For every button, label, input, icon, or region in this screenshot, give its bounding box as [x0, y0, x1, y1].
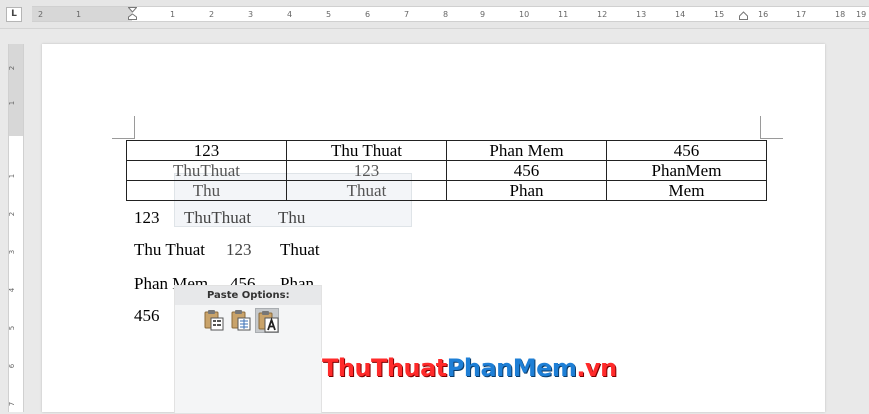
text-line-2-col-3[interactable]: Thuat	[280, 240, 320, 260]
table-row: Thu Thuat Phan Mem	[126, 180, 767, 201]
table-cell[interactable]: 456	[446, 160, 607, 181]
ruler-label: 7	[404, 10, 410, 19]
text-line-1-col-3[interactable]: Thu	[278, 208, 305, 228]
text-line-4-col-1[interactable]: 456	[134, 306, 160, 326]
table-row: 123 Thu Thuat Phan Mem 456	[126, 140, 767, 161]
crop-mark	[760, 116, 761, 139]
table-cell[interactable]: Thuat	[286, 180, 447, 201]
keep-text-only-button[interactable]	[255, 308, 279, 333]
ruler-label: 2	[209, 10, 215, 19]
vruler-label: 2	[8, 211, 17, 217]
ruler-label: 16	[758, 10, 769, 19]
vruler-label: 6	[8, 363, 17, 369]
keep-source-formatting-icon	[204, 310, 224, 331]
merge-formatting-icon	[231, 310, 251, 331]
first-line-indent-marker[interactable]	[128, 7, 137, 20]
ruler-margin-left	[32, 7, 132, 21]
ruler-margin-top	[9, 44, 23, 136]
ruler-label: 13	[636, 10, 647, 19]
ruler-label: 19	[856, 10, 867, 19]
ruler-label: 4	[287, 10, 293, 19]
ruler-track[interactable]: 2 1 1 2 3 4 5 6 7 8 9 10 11 12 13 14 15 …	[32, 6, 869, 22]
vruler-label: 2	[8, 65, 17, 71]
table-cell[interactable]: 123	[286, 160, 447, 181]
ruler-label: 6	[365, 10, 371, 19]
table-row: ThuThuat 123 456 PhanMem	[126, 160, 767, 181]
ruler-label: 17	[796, 10, 807, 19]
ruler-label: 10	[519, 10, 530, 19]
crop-mark	[112, 138, 134, 139]
table-cell[interactable]: Thu Thuat	[286, 140, 447, 161]
ruler-label: 12	[597, 10, 608, 19]
ruler-label: 14	[675, 10, 686, 19]
text-line-2-col-1[interactable]: Thu Thuat	[134, 240, 205, 260]
horizontal-ruler[interactable]: L 2 1 1 2 3 4 5 6 7 8 9 10 11 12 13 14 1…	[0, 0, 869, 29]
vruler-label: 1	[8, 173, 17, 179]
table-cell[interactable]: ThuThuat	[126, 160, 287, 181]
crop-mark	[761, 138, 783, 139]
text-line-2-col-2[interactable]: 123	[226, 240, 252, 260]
ruler-label: 3	[248, 10, 254, 19]
vertical-ruler[interactable]: 2 1 1 2 3 4 5 6 7	[8, 44, 24, 412]
watermark-part-2: PhanMem	[446, 354, 577, 382]
watermark-logo: ThuThuatPhanMem.vn	[322, 354, 617, 382]
ruler-label: 1	[170, 10, 176, 19]
table-cell[interactable]: Phan Mem	[446, 140, 607, 161]
document-table[interactable]: 123 Thu Thuat Phan Mem 456 ThuThuat 123 …	[126, 140, 767, 201]
tab-selector[interactable]: L	[6, 7, 22, 22]
vruler-label: 3	[8, 249, 17, 255]
crop-mark	[134, 116, 135, 139]
keep-source-formatting-button[interactable]	[202, 308, 226, 333]
vruler-label: 4	[8, 287, 17, 293]
ruler-label: 15	[714, 10, 725, 19]
ruler-label: 8	[443, 10, 449, 19]
paste-options-panel[interactable]: Paste Options:	[174, 285, 322, 414]
keep-text-only-icon	[258, 311, 279, 333]
ruler-label: 18	[835, 10, 846, 19]
table-cell[interactable]: PhanMem	[606, 160, 767, 181]
table-cell[interactable]: Thu	[126, 180, 287, 201]
table-cell[interactable]: Mem	[606, 180, 767, 201]
ruler-label: 1	[76, 10, 82, 19]
ruler-label: 5	[326, 10, 332, 19]
merge-formatting-button[interactable]	[229, 308, 253, 333]
vruler-label: 5	[8, 325, 17, 331]
watermark-part-3: .vn	[576, 354, 617, 382]
paste-options-title: Paste Options:	[175, 286, 321, 305]
vruler-label: 7	[8, 401, 17, 407]
vruler-label: 1	[8, 100, 17, 106]
ruler-label: 9	[480, 10, 486, 19]
ruler-label: 11	[558, 10, 569, 19]
text-line-1-col-1[interactable]: 123	[134, 208, 160, 228]
table-cell[interactable]: Phan	[446, 180, 607, 201]
table-cell[interactable]: 456	[606, 140, 767, 161]
ruler-label: 2	[38, 10, 44, 19]
text-line-1-col-2[interactable]: ThuThuat	[184, 208, 251, 228]
table-cell[interactable]: 123	[126, 140, 287, 161]
right-indent-marker[interactable]	[739, 7, 748, 20]
watermark-part-1: ThuThuat	[322, 354, 447, 382]
